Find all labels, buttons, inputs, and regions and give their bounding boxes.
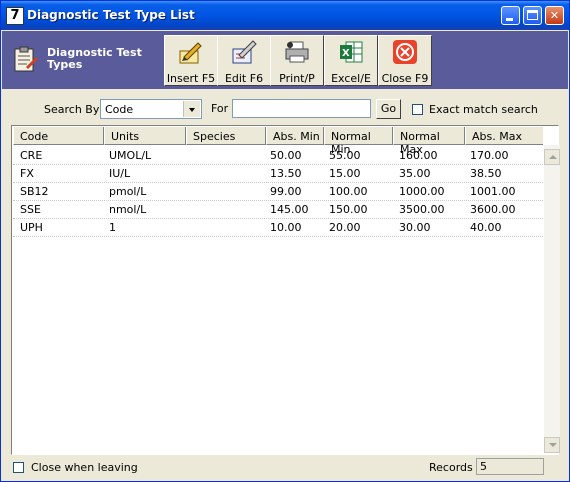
search-by-select[interactable]: Code [100,99,202,119]
records-label: Records [429,461,473,474]
cell-code: SB12 [20,185,49,198]
table-row[interactable]: SB12 pmol/L 99.00 100.00 1000.00 1001.00 [13,182,543,201]
for-label: For [211,102,229,115]
window-title: Diagnostic Test Type List [27,8,195,22]
exact-match-label[interactable]: Exact match search [429,103,538,116]
minimize-button[interactable] [501,6,520,25]
toolbar: Diagnostic Test Types Insert F5 Edit F6 [2,31,568,89]
close-circle-icon [393,40,417,64]
cell-normal-max: 30.00 [399,221,431,234]
clipboard-icon [14,46,38,72]
cell-normal-max: 35.00 [399,167,431,180]
cell-code: UPH [20,221,43,234]
excel-button[interactable]: X Excel/E [324,35,378,86]
grid-body: Code Units Species Abs. Min Normal Min N… [13,127,543,453]
cell-abs-min: 10.00 [270,221,302,234]
close-window-button[interactable]: ✕ [545,6,564,25]
insert-button[interactable]: Insert F5 [164,35,218,86]
scroll-down-icon[interactable] [544,437,560,453]
edit-label: Edit F6 [224,72,264,85]
cell-abs-max: 1001.00 [470,185,516,198]
cell-normal-min: 150.00 [329,203,368,216]
search-by-label: Search By [44,103,100,116]
vertical-scrollbar[interactable] [544,145,560,453]
maximize-button[interactable] [523,6,542,25]
table-row[interactable]: UPH 1 10.00 20.00 30.00 40.00 [13,218,543,237]
edit-button[interactable]: Edit F6 [217,35,271,86]
excel-icon: X [340,41,363,63]
column-header-code[interactable]: Code [13,127,104,145]
cell-code: FX [20,167,34,180]
records-count: 5 [476,458,544,475]
cell-abs-min: 50.00 [270,149,302,162]
maximize-icon [527,10,538,20]
table-row[interactable]: SSE nmol/L 145.00 150.00 3500.00 3600.00 [13,200,543,219]
cell-units: IU/L [109,167,131,180]
close-label: Close F9 [381,72,429,85]
toolbar-title: Diagnostic Test Types [47,46,142,71]
go-button[interactable]: Go [376,99,401,119]
exact-match-checkbox[interactable] [412,104,423,115]
table-row[interactable]: CRE UMOL/L 50.00 55.00 160.00 170.00 [13,146,543,165]
cell-abs-max: 170.00 [470,149,509,162]
cell-code: SSE [20,203,41,216]
close-icon: ✕ [549,9,560,22]
title-bar[interactable]: 7 Diagnostic Test Type List ✕ [1,1,569,30]
excel-label: Excel/E [331,72,371,85]
cell-units: UMOL/L [109,149,152,162]
svg-text:X: X [342,48,350,59]
search-bar: Search By Code For Go Exact match search [2,91,568,121]
cell-normal-max: 160.00 [399,149,438,162]
print-label: Print/P [279,72,315,85]
insert-label: Insert F5 [166,72,216,85]
cell-units: 1 [109,221,116,234]
edit-pencil-icon [232,40,257,64]
column-header-species[interactable]: Species [186,127,266,145]
close-when-leaving-checkbox[interactable] [13,462,24,473]
close-when-leaving-label[interactable]: Close when leaving [31,461,138,474]
table-row[interactable]: FX IU/L 13.50 15.00 35.00 38.50 [13,164,543,183]
cell-normal-min: 55.00 [329,149,361,162]
column-header-abs-max[interactable]: Abs. Max [465,127,543,145]
app-icon[interactable]: 7 [6,7,24,25]
scroll-up-icon[interactable] [544,149,560,165]
cell-units: pmol/L [109,185,147,198]
column-header-units[interactable]: Units [104,127,186,145]
cell-abs-min: 145.00 [270,203,309,216]
cell-units: nmol/L [109,203,147,216]
printer-icon [285,41,309,63]
cell-normal-max: 3500.00 [399,203,445,216]
cell-normal-min: 100.00 [329,185,368,198]
main-window: 7 Diagnostic Test Type List ✕ Diagnostic… [0,0,570,482]
cell-normal-min: 15.00 [329,167,361,180]
search-by-value: Code [105,103,134,116]
cell-normal-max: 1000.00 [399,185,445,198]
minimize-icon [506,18,513,21]
cell-normal-min: 20.00 [329,221,361,234]
footer: Close when leaving Records 5 [2,457,568,479]
cell-abs-max: 38.50 [470,167,502,180]
close-button[interactable]: Close F9 [378,35,432,86]
data-grid[interactable]: Code Units Species Abs. Min Normal Min N… [11,125,560,455]
grid-header: Code Units Species Abs. Min Normal Min N… [13,127,543,156]
search-input[interactable] [232,99,371,118]
column-header-normal-min[interactable]: Normal Min [324,127,393,156]
insert-pencil-icon [179,42,202,64]
chevron-down-icon[interactable] [183,101,200,117]
print-button[interactable]: Print/P [270,35,324,86]
cell-code: CRE [20,149,43,162]
cell-abs-min: 13.50 [270,167,302,180]
column-header-normal-max[interactable]: Normal Max [393,127,465,156]
cell-abs-min: 99.00 [270,185,302,198]
column-header-abs-min[interactable]: Abs. Min [266,127,324,145]
cell-abs-max: 3600.00 [470,203,516,216]
cell-abs-max: 40.00 [470,221,502,234]
